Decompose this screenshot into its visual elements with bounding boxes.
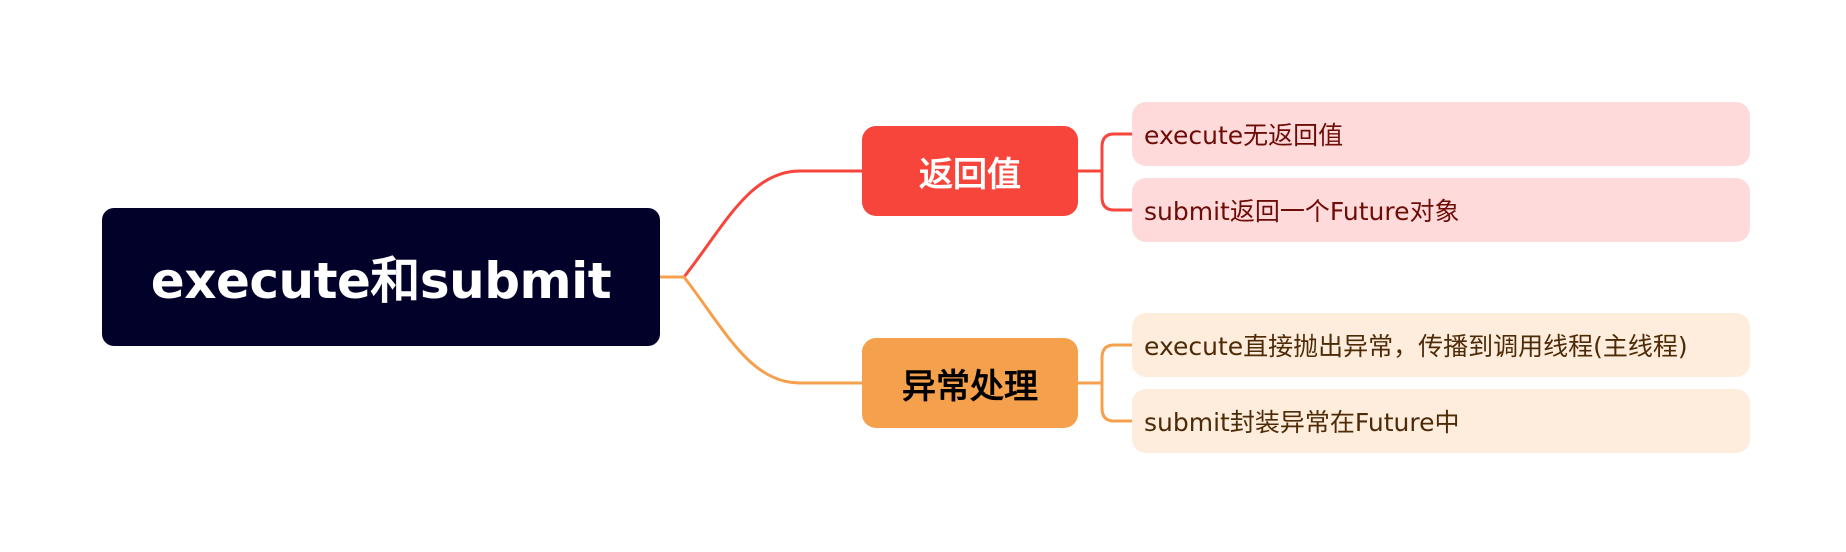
mindmap-canvas: execute和submit 返回值 异常处理 execute无返回值 subm…: [0, 0, 1846, 552]
branch-node-return-value[interactable]: 返回值: [862, 126, 1078, 216]
leaf-node-submit-returns-future[interactable]: submit返回一个Future对象: [1132, 178, 1750, 242]
leaf-label: submit返回一个Future对象: [1144, 197, 1460, 226]
connector-return-value-to-leaf-1: [1076, 132, 1134, 173]
connector-exception-handling-to-leaf-2: [1076, 381, 1134, 423]
connector-return-value-to-leaf-2: [1076, 169, 1134, 212]
leaf-label: execute无返回值: [1144, 121, 1344, 150]
root-label: execute和submit: [150, 252, 612, 310]
leaf-node-execute-throws[interactable]: execute直接抛出异常，传播到调用线程(主线程): [1132, 313, 1750, 377]
leaf-label: execute直接抛出异常，传播到调用线程(主线程): [1144, 332, 1688, 361]
connector-root-to-return-value: [658, 169, 864, 279]
connector-root-to-exception-handling: [658, 275, 864, 385]
branch-label: 异常处理: [902, 366, 1038, 407]
leaf-node-execute-no-return[interactable]: execute无返回值: [1132, 102, 1750, 166]
branch-node-exception-handling[interactable]: 异常处理: [862, 338, 1078, 428]
branch-label: 返回值: [919, 154, 1021, 195]
leaf-node-submit-wraps-exception[interactable]: submit封装异常在Future中: [1132, 389, 1750, 453]
leaf-label: submit封装异常在Future中: [1144, 408, 1460, 437]
connector-exception-handling-to-leaf-1: [1076, 343, 1134, 385]
root-node[interactable]: execute和submit: [102, 208, 660, 346]
